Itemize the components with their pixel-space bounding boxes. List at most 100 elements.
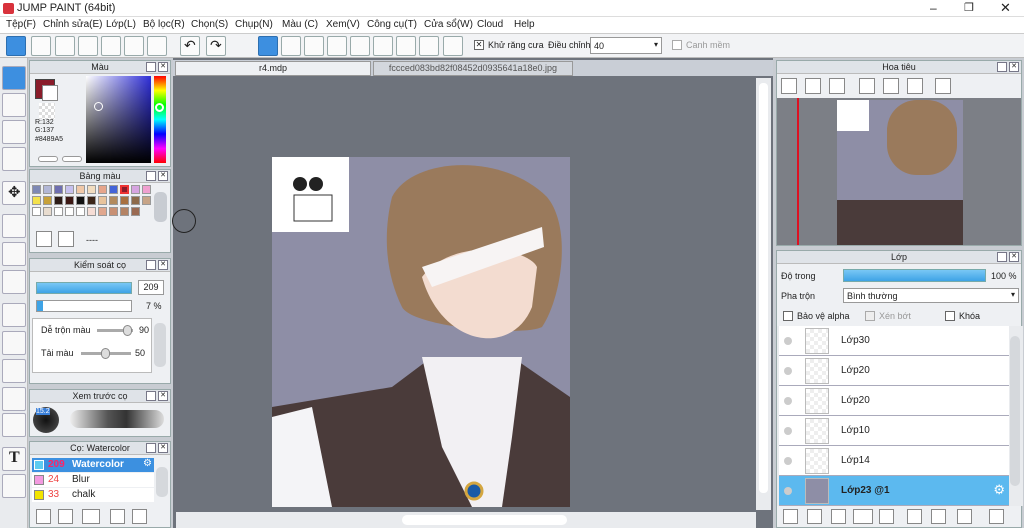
select-pen-tool-icon[interactable]	[2, 387, 26, 411]
menu-tools[interactable]: Công cụ(T)	[367, 19, 417, 30]
tab-jpg[interactable]: fccced083bd82f08452d0935641a18e0.jpg	[373, 61, 573, 76]
panel-detach-icon[interactable]	[146, 391, 156, 401]
bg-color-swatch[interactable]	[42, 85, 58, 101]
rotate-right-icon[interactable]	[907, 78, 923, 94]
brush-size-bar[interactable]	[36, 282, 132, 294]
brush-size-input[interactable]: 209	[138, 280, 164, 295]
brush-control-scrollbar[interactable]	[154, 323, 166, 367]
snap-settings-icon[interactable]	[443, 36, 463, 56]
brush-item-chalk[interactable]: 33 chalk	[32, 488, 154, 502]
lasso-tool-icon[interactable]	[2, 331, 26, 355]
artwork-canvas[interactable]	[272, 157, 570, 507]
edge-checkbox[interactable]	[672, 40, 682, 50]
panel-detach-icon[interactable]	[146, 260, 156, 270]
brush-list-scrollbar[interactable]	[156, 467, 168, 497]
layer-list-scrollbar[interactable]	[1010, 336, 1020, 486]
snap-circle-icon[interactable]	[373, 36, 393, 56]
panel-detach-icon[interactable]	[146, 171, 156, 181]
gradient-tool-icon[interactable]	[2, 270, 26, 294]
snap-off-icon[interactable]	[258, 36, 278, 56]
tab-r4[interactable]: r4.mdp	[175, 61, 371, 76]
lock-checkbox[interactable]	[945, 311, 955, 321]
close-icon[interactable]: ✕	[1000, 0, 1011, 16]
menu-capture[interactable]: Chụp(N)	[235, 19, 273, 30]
saturation-value-picker[interactable]	[86, 76, 151, 163]
snap-curve-icon[interactable]	[396, 36, 416, 56]
line-tool-icon[interactable]	[2, 147, 26, 171]
snap-vanish-icon[interactable]	[327, 36, 347, 56]
menu-help[interactable]: Help	[514, 19, 535, 30]
menu-file[interactable]: Tệp(F)	[6, 19, 36, 30]
layer-row[interactable]: Lớp14	[779, 446, 1009, 476]
menu-filter[interactable]: Bộ lọc(R)	[143, 19, 185, 30]
snap-parallel-icon[interactable]	[281, 36, 301, 56]
menu-cloud[interactable]: Cloud	[477, 19, 503, 30]
visibility-icon[interactable]	[784, 337, 792, 345]
menu-layer[interactable]: Lớp(L)	[106, 19, 136, 30]
layer-folder-icon[interactable]	[879, 509, 894, 524]
snap-ellipse-icon[interactable]	[419, 36, 439, 56]
vertical-scroll-thumb[interactable]	[759, 83, 768, 493]
snap-radial-icon[interactable]	[350, 36, 370, 56]
menu-view[interactable]: Xem(V)	[326, 19, 360, 30]
paint-slider[interactable]	[81, 348, 131, 359]
visibility-icon[interactable]	[784, 487, 792, 495]
brush-settings-icon[interactable]	[36, 509, 51, 524]
rotate-left-icon[interactable]	[859, 78, 875, 94]
grid-settings-icon[interactable]	[147, 36, 167, 56]
zoom-in-icon[interactable]	[781, 78, 797, 94]
bucket-tool-icon[interactable]	[2, 242, 26, 266]
add-layer-menu-icon[interactable]	[853, 509, 873, 524]
brush-tool-icon[interactable]	[2, 66, 26, 90]
redo-icon[interactable]: ↷	[206, 36, 226, 56]
reset-view-icon[interactable]	[883, 78, 899, 94]
correction-select[interactable]: 40 ▾	[590, 37, 662, 54]
panel-detach-icon[interactable]	[146, 62, 156, 72]
new-brush-icon[interactable]	[58, 509, 73, 524]
layer-row[interactable]: Lớp30	[779, 326, 1009, 356]
magic-wand-tool-icon[interactable]	[2, 359, 26, 383]
snap-grid-icon[interactable]	[304, 36, 324, 56]
palette-swatches[interactable]	[32, 185, 151, 225]
panel-detach-icon[interactable]	[997, 62, 1007, 72]
move-tool-icon[interactable]: ✥	[2, 181, 26, 205]
menu-color[interactable]: Màu (C)	[282, 19, 318, 30]
comment-icon[interactable]	[55, 36, 75, 56]
layer-row-selected[interactable]: Lớp23 @1 ⚙	[779, 476, 1009, 506]
hue-cursor[interactable]	[155, 103, 164, 112]
visibility-icon[interactable]	[784, 457, 792, 465]
protect-alpha-checkbox[interactable]	[783, 311, 793, 321]
color-mode-button[interactable]	[38, 156, 58, 162]
transparent-swatch[interactable]	[39, 103, 55, 119]
text-tool-icon[interactable]: T	[2, 447, 26, 471]
panel-detach-icon[interactable]	[997, 252, 1007, 262]
navigator-view[interactable]	[777, 98, 1021, 245]
panel-close-icon[interactable]: ✕	[158, 443, 168, 453]
zoom-out-icon[interactable]	[829, 78, 845, 94]
maximize-icon[interactable]: ❐	[964, 1, 974, 14]
rect-tool-icon[interactable]	[2, 120, 26, 144]
visibility-icon[interactable]	[784, 367, 792, 375]
brush-menu-icon[interactable]	[82, 509, 100, 524]
brush-copy-icon[interactable]	[110, 509, 125, 524]
brush-item-watercolor[interactable]: 209 Watercolor ⚙	[32, 458, 154, 472]
menu-select[interactable]: Chọn(S)	[191, 19, 228, 30]
gear-icon[interactable]: ⚙	[143, 458, 152, 469]
flip-icon[interactable]	[935, 78, 951, 94]
duplicate-layer-icon[interactable]	[907, 509, 922, 524]
clear-layer-icon[interactable]	[957, 509, 972, 524]
panel-close-icon[interactable]: ✕	[1009, 62, 1019, 72]
select-eraser-tool-icon[interactable]	[2, 413, 26, 437]
panel-close-icon[interactable]: ✕	[158, 171, 168, 181]
blend-slider[interactable]	[97, 325, 133, 336]
new-raster-icon[interactable]	[807, 509, 822, 524]
horizontal-scroll-thumb[interactable]	[402, 515, 567, 525]
fit-icon[interactable]	[805, 78, 821, 94]
palette-scrollbar[interactable]	[154, 192, 167, 222]
antialias-checkbox[interactable]: ✕	[474, 40, 484, 50]
new-folder-layer-icon[interactable]	[831, 509, 846, 524]
merge-layer-icon[interactable]	[931, 509, 946, 524]
panel-close-icon[interactable]: ✕	[1009, 252, 1019, 262]
menu-window[interactable]: Cửa sổ(W)	[424, 19, 473, 30]
layer-opacity-bar[interactable]	[843, 269, 986, 282]
